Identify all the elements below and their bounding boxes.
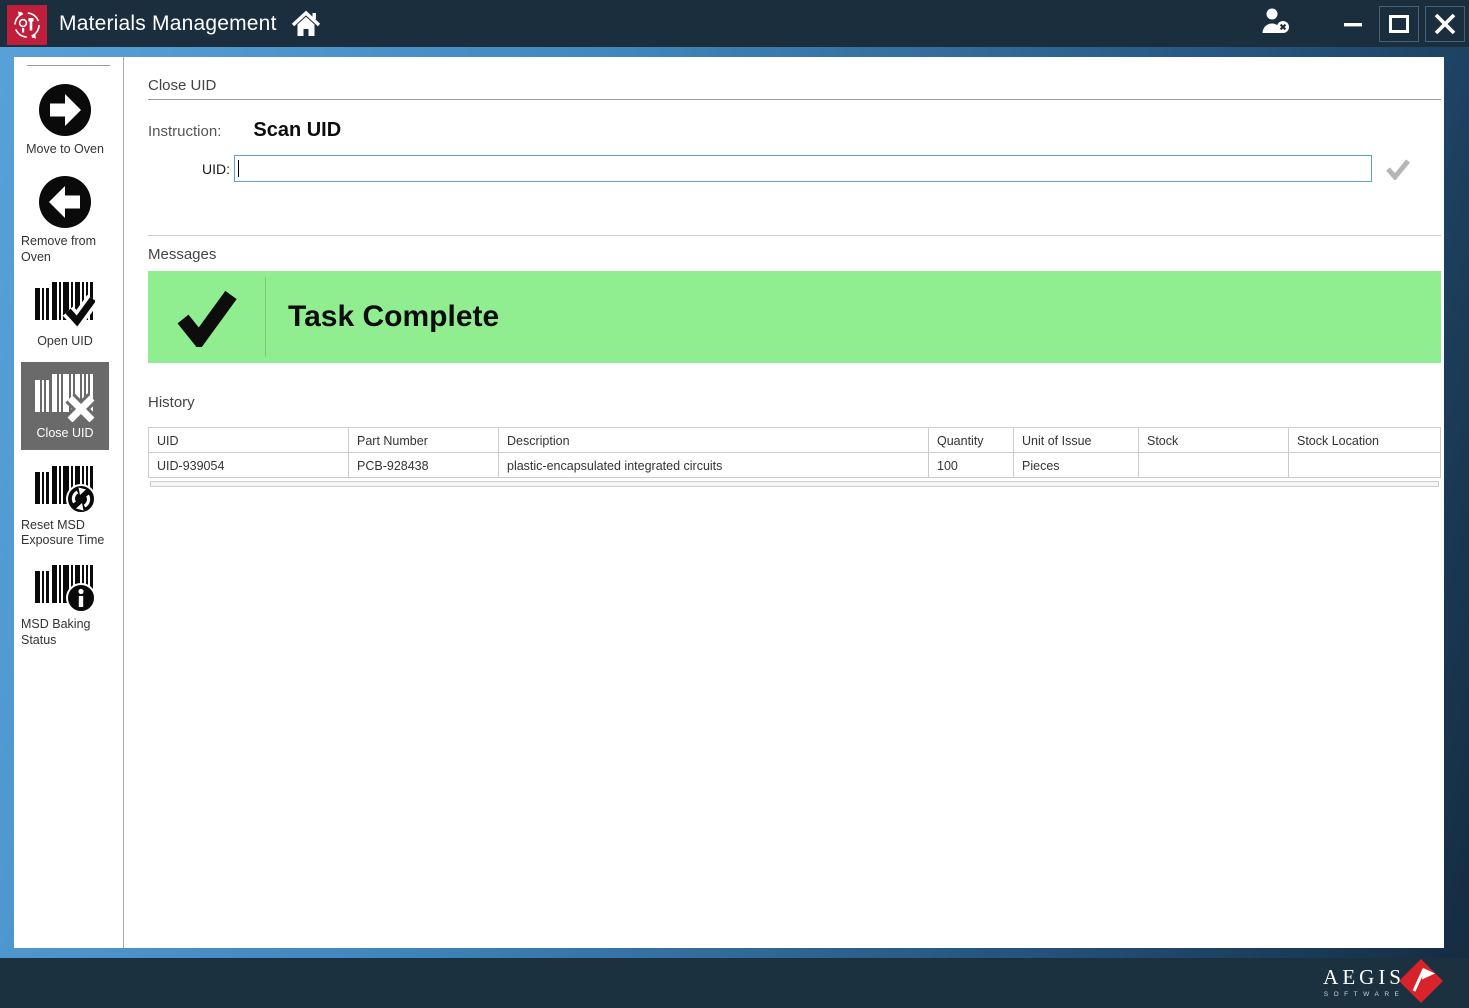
history-cell: 100 [929,453,1014,478]
brand-subtitle: SOFTWARE [1323,991,1405,998]
sidebar-item-label: Reset MSD Exposure Time [21,518,109,549]
sidebar-item-open-uid[interactable]: Open UID [21,282,109,350]
page-title: Close UID [148,77,1441,94]
maximize-icon [1389,15,1409,33]
sidebar-item-label: MSD Baking Status [21,617,109,648]
sidebar-item-label: Move to Oven [26,142,104,158]
banner-divider [265,277,266,357]
sign-out-user-button[interactable] [1259,6,1293,41]
sidebar-item-label: Remove from Oven [21,234,109,265]
close-icon [1434,13,1456,35]
barcode-refresh-icon [21,466,109,514]
history-cell: plastic-encapsulated integrated circuits [499,453,929,478]
title-bar: Materials Management [0,0,1469,47]
minimize-icon [1344,15,1362,33]
uid-input[interactable] [234,155,1372,182]
text-caret [238,160,239,177]
home-button[interactable] [291,10,321,38]
section-separator [148,235,1441,236]
history-cell: UID-939054 [149,453,349,478]
barcode-x-icon [21,374,109,422]
remove-from-oven-icon [21,174,109,230]
barcode-check-icon [21,282,109,330]
sidebar-item-remove-from-oven[interactable]: Remove from Oven [21,174,109,266]
aegis-brand: AEGIS SOFTWARE [1323,957,1445,1005]
barcode-info-icon [21,565,109,613]
brand-name: AEGIS [1323,965,1405,990]
history-table: UIDPart NumberDescriptionQuantityUnit of… [148,427,1441,478]
history-cell [1289,453,1441,478]
sidebar-item-reset-msd-exposure-time[interactable]: Reset MSD Exposure Time [21,466,109,550]
sidebar: Move to Oven Remove from Oven Open UID C… [14,57,124,948]
window-frame: Move to Oven Remove from Oven Open UID C… [0,47,1469,958]
instruction-label: Instruction: [148,123,221,140]
home-icon [291,10,321,38]
task-complete-banner: Task Complete [148,271,1441,363]
task-complete-check-icon [175,287,237,347]
history-col-header[interactable]: Description [499,428,929,453]
history-header-row: UIDPart NumberDescriptionQuantityUnit of… [149,428,1441,453]
main-panel: Close UID Instruction: Scan UID UID: Mes… [124,57,1444,948]
messages-title: Messages [148,246,1441,263]
move-to-oven-icon [21,82,109,138]
history-row[interactable]: UID-939054PCB-928438plastic-encapsulated… [149,453,1441,478]
sidebar-item-close-uid[interactable]: Close UID [21,362,109,450]
history-cell: Pieces [1014,453,1139,478]
history-cell: PCB-928438 [349,453,499,478]
history-col-header[interactable]: Stock Location [1289,428,1441,453]
confirm-check-icon [1385,158,1411,180]
history-col-header[interactable]: Quantity [929,428,1014,453]
sidebar-divider [27,65,110,66]
sidebar-item-label: Close UID [37,426,94,442]
sidebar-item-label: Open UID [37,334,93,350]
instruction-value: Scan UID [253,119,341,142]
confirm-uid-button[interactable] [1385,158,1411,180]
user-x-icon [1259,6,1293,36]
history-title: History [148,394,1441,411]
maximize-button[interactable] [1379,6,1419,42]
history-col-header[interactable]: Part Number [349,428,499,453]
history-col-header[interactable]: Unit of Issue [1014,428,1139,453]
sidebar-item-move-to-oven[interactable]: Move to Oven [21,82,109,158]
uid-label: UID: [148,161,230,177]
close-button[interactable] [1425,6,1465,42]
minimize-button[interactable] [1333,6,1373,42]
history-col-header[interactable]: Stock [1139,428,1289,453]
app-logo-icon [7,5,47,45]
history-cell [1139,453,1289,478]
sidebar-item-msd-baking-status[interactable]: MSD Baking Status [21,565,109,649]
footer: AEGIS SOFTWARE [0,958,1469,1008]
banner-text: Task Complete [288,300,499,334]
title-underline [148,99,1441,100]
history-col-header[interactable]: UID [149,428,349,453]
history-hscrollbar[interactable] [150,481,1439,487]
app-title: Materials Management [59,12,277,36]
